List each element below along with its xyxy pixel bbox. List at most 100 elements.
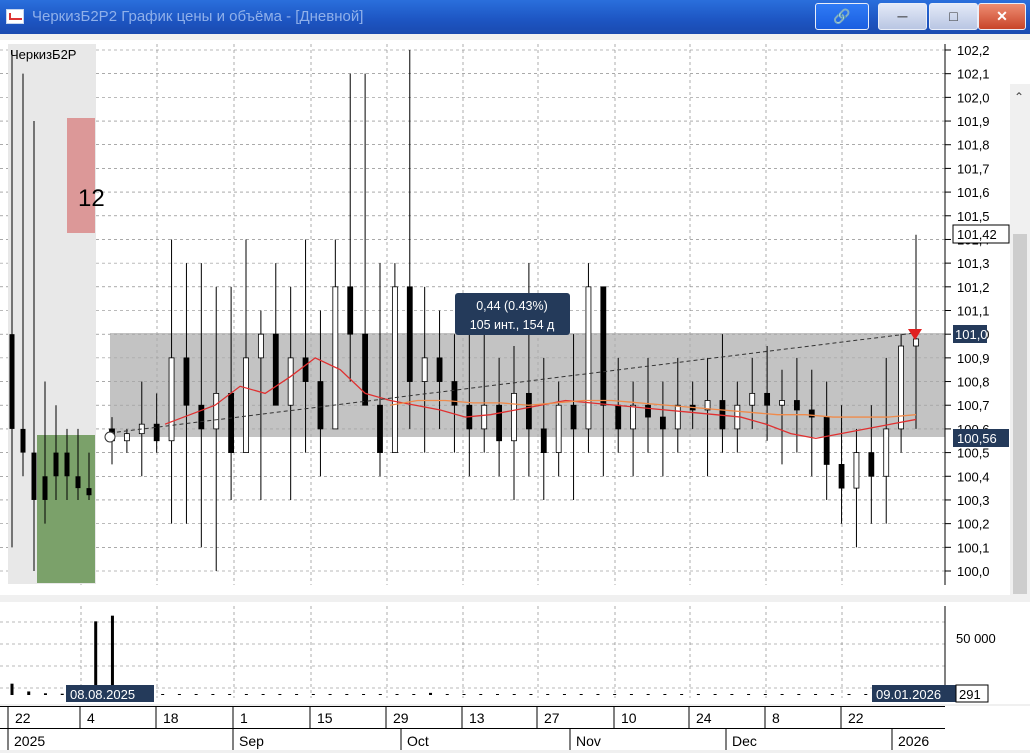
trend-start-handle[interactable] xyxy=(104,431,116,443)
day-tick-label: 22 xyxy=(848,710,864,726)
month-tick-label: 2026 xyxy=(898,733,929,749)
price-tick-label: 101,1 xyxy=(957,304,990,319)
svg-text:100,56: 100,56 xyxy=(957,431,997,446)
price-tick-label: 100,4 xyxy=(957,469,990,484)
link-button[interactable]: 🔗 xyxy=(815,3,869,30)
volume-bar xyxy=(797,694,801,695)
volume-bar xyxy=(228,694,232,695)
date-marker-start: 08.08.2025 xyxy=(66,685,154,702)
volume-bar xyxy=(412,694,416,695)
maximize-button[interactable]: □ xyxy=(929,3,978,30)
price-tick-label: 102,2 xyxy=(957,43,990,58)
volume-bar xyxy=(60,693,64,695)
maximize-icon: □ xyxy=(949,8,958,24)
day-tick-label: 10 xyxy=(621,710,637,726)
day-tick-label: 13 xyxy=(469,710,485,726)
svg-text:101,42: 101,42 xyxy=(957,227,997,242)
volume-bar xyxy=(378,694,382,695)
month-tick-label: Oct xyxy=(407,733,429,749)
volume-bar xyxy=(295,694,299,695)
price-tick-label: 100,5 xyxy=(957,446,990,461)
price-tick-label: 102,0 xyxy=(957,90,990,105)
volume-bar xyxy=(596,694,600,695)
day-tick-label: 24 xyxy=(696,710,712,726)
volume-bar xyxy=(462,694,466,695)
volume-bar xyxy=(362,694,366,695)
price-tick-label: 101,7 xyxy=(957,161,990,176)
minimize-icon: ─ xyxy=(897,8,908,24)
month-tick-label: Nov xyxy=(576,733,601,749)
volume-bar xyxy=(161,694,165,695)
volume-bar xyxy=(747,694,751,695)
svg-text:08.08.2025: 08.08.2025 xyxy=(70,687,135,702)
candle xyxy=(585,263,592,453)
volume-bar xyxy=(94,621,98,695)
price-chart-panel[interactable]: ЧеркизБ2Р 12 0,44 (0.43%) 105 инт., 154 … xyxy=(0,40,1030,624)
volume-bar xyxy=(479,694,483,695)
day-tick-label: 18 xyxy=(163,710,179,726)
price-label-level: 101,0 xyxy=(953,325,988,343)
volume-bar xyxy=(663,694,667,695)
close-icon: ✕ xyxy=(996,8,1008,24)
volume-bar xyxy=(43,693,47,695)
volume-bar xyxy=(780,694,784,695)
candle xyxy=(213,286,220,571)
volume-chart[interactable]: 50 000 08.08.2025 09.01.2026 291 xyxy=(0,602,1030,704)
price-tick-label: 100,1 xyxy=(957,540,990,555)
volume-bar xyxy=(311,694,315,695)
price-tick-label: 101,9 xyxy=(957,114,990,129)
scroll-up-icon[interactable]: ⌃ xyxy=(1014,90,1024,104)
level-marker: 12 xyxy=(78,185,105,212)
price-scrollbar[interactable]: ⌃ ⌄ xyxy=(1010,84,1030,624)
day-tick-label: 27 xyxy=(544,710,560,726)
candle xyxy=(272,263,279,406)
candle xyxy=(853,428,860,548)
candle xyxy=(198,263,205,548)
volume-bar xyxy=(646,694,650,695)
price-tick-label: 101,5 xyxy=(957,209,990,224)
price-tick-label: 101,6 xyxy=(957,185,990,200)
scroll-thumb[interactable] xyxy=(1013,234,1027,594)
volume-bar xyxy=(328,694,332,695)
day-tick-label: 4 xyxy=(87,710,95,726)
candle xyxy=(332,239,339,430)
price-axis: 102,2 102,1 102,0 101,9 101,8 101,7 101,6 101,5… xyxy=(945,43,990,579)
candle xyxy=(168,239,175,524)
month-tick-label: Sep xyxy=(239,733,264,749)
candle xyxy=(600,286,607,477)
price-tick-label: 100,2 xyxy=(957,517,990,532)
day-tick-label: 29 xyxy=(393,710,409,726)
price-tick-label: 101,3 xyxy=(957,256,990,271)
volume-bar xyxy=(562,694,566,695)
minimize-button[interactable]: ─ xyxy=(878,3,927,30)
month-tick-label: Dec xyxy=(732,733,757,749)
price-tick-label: 100,3 xyxy=(957,493,990,508)
close-button[interactable]: ✕ xyxy=(978,3,1026,30)
volume-axis-label: 50 000 xyxy=(956,631,996,646)
day-tick-label: 1 xyxy=(240,710,248,726)
instrument-label: ЧеркизБ2Р xyxy=(10,47,76,62)
price-tick-label: 101,2 xyxy=(957,280,990,295)
price-tick-label: 100,9 xyxy=(957,351,990,366)
price-tick-label: 100,8 xyxy=(957,375,990,390)
volume-bar xyxy=(495,694,499,695)
price-tick-label: 101,8 xyxy=(957,138,990,153)
volume-bar xyxy=(864,694,868,695)
window-titlebar: ЧеркизБ2Р2 График цены и объёма - [Дневн… xyxy=(0,0,1030,34)
volume-panel[interactable]: 50 000 08.08.2025 09.01.2026 291 xyxy=(0,602,1030,704)
day-tick-label: 15 xyxy=(317,710,333,726)
month-tick-label: 2025 xyxy=(14,733,45,749)
volume-bar xyxy=(177,694,181,695)
tooltip-line2: 105 инт., 154 д xyxy=(470,318,555,332)
volume-bar xyxy=(445,694,449,695)
price-chart[interactable]: ЧеркизБ2Р 12 0,44 (0.43%) 105 инт., 154 … xyxy=(0,40,1030,595)
volume-bar xyxy=(529,694,533,695)
volume-bar xyxy=(278,694,282,695)
volume-bar xyxy=(613,694,617,695)
time-axis: 22 4 18 1 15 29 13 27 10 24 8 22 2025 Sep Oct Nov Dec 20… xyxy=(0,706,1030,750)
volume-bar xyxy=(696,694,700,695)
volume-bar xyxy=(244,694,248,695)
chart-app-icon xyxy=(6,9,24,24)
volume-bar xyxy=(10,683,14,695)
volume-bar xyxy=(110,615,114,695)
